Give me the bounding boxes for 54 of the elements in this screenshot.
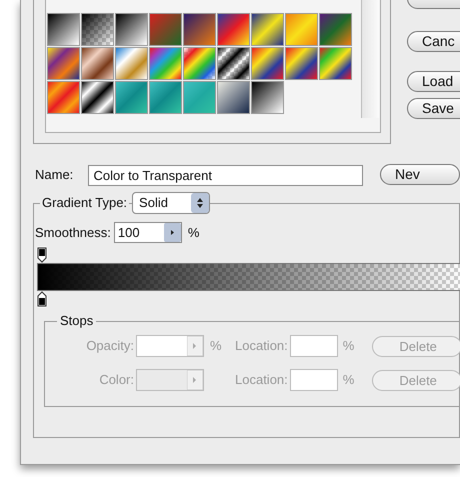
gradient-swatch[interactable] [149, 81, 182, 114]
gradient-swatch[interactable] [251, 47, 284, 80]
gradient-swatch[interactable] [183, 13, 216, 46]
gradient-swatch[interactable] [319, 47, 352, 80]
gradient-swatch[interactable] [115, 81, 148, 114]
location-field[interactable] [290, 335, 338, 357]
dialog-button[interactable]: Save [407, 98, 460, 118]
gradient-swatch[interactable] [183, 47, 216, 80]
percent-label: % [210, 338, 222, 354]
smoothness-label: Smoothness: [35, 224, 111, 242]
gradient-swatch[interactable] [251, 13, 284, 46]
slider-arrow-icon [187, 336, 203, 356]
dialog-button[interactable]: Canc [407, 30, 460, 52]
gradient-swatch[interactable] [217, 47, 250, 80]
color-stop-icon[interactable] [37, 291, 47, 307]
gradient-swatch[interactable] [217, 81, 250, 114]
stop-value-field[interactable] [136, 369, 204, 391]
dialog-button[interactable]: Load [407, 70, 460, 92]
name-field[interactable]: Color to Transparent [88, 164, 363, 186]
name-label: Name: [35, 166, 74, 184]
opacity-stop-icon[interactable] [37, 247, 47, 263]
gradient-swatch[interactable] [319, 13, 352, 46]
stop-field-label: Color: [98, 371, 134, 390]
gradient-swatch[interactable] [81, 81, 114, 114]
scrollbar-track[interactable] [361, 0, 379, 118]
gradient-bar[interactable] [37, 263, 460, 291]
gradient-swatch[interactable] [251, 81, 284, 114]
gradient-swatch[interactable] [81, 47, 114, 80]
gradient-swatch[interactable] [183, 81, 216, 114]
gradient-swatch[interactable] [81, 13, 114, 46]
location-field[interactable] [290, 369, 338, 391]
percent-label: % [342, 371, 354, 390]
stop-field-label: Opacity: [85, 337, 134, 356]
gradient-swatch[interactable] [47, 47, 80, 80]
stop-value-field[interactable] [136, 335, 204, 357]
gradient-type-select[interactable]: Solid [132, 192, 210, 214]
gradient-swatch[interactable] [149, 47, 182, 80]
dialog-button[interactable]: Nev [380, 164, 460, 184]
gradient-swatch[interactable] [115, 13, 148, 46]
smoothness-field[interactable]: 100 [114, 222, 182, 243]
stepper-arrows-icon [191, 193, 210, 213]
gradient-swatch[interactable] [47, 81, 80, 114]
gradient-swatch[interactable] [149, 13, 182, 46]
gradient-swatch[interactable] [47, 13, 80, 46]
gradient-swatch[interactable] [285, 13, 318, 46]
gradient-swatch[interactable] [217, 13, 250, 46]
stops-title: Stops [57, 313, 96, 329]
gradient-swatch[interactable] [285, 47, 318, 80]
location-label: Location: [235, 371, 288, 390]
percent-label: % [188, 224, 200, 242]
percent-label: % [342, 337, 354, 356]
gradient-swatch[interactable] [115, 47, 148, 80]
location-label: Location: [235, 337, 288, 356]
slider-arrow-icon [187, 370, 203, 390]
